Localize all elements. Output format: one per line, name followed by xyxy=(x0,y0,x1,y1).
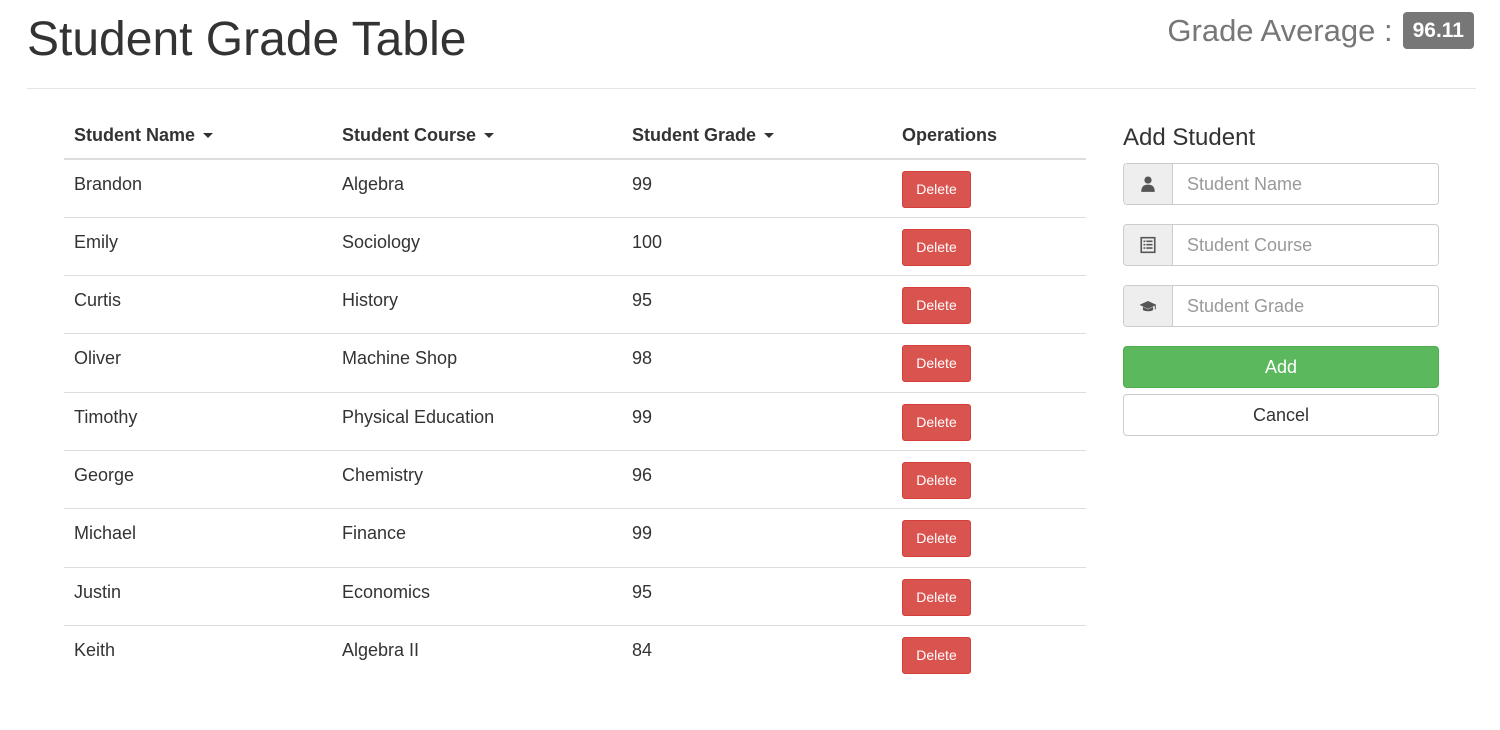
column-header-label: Student Course xyxy=(342,124,477,145)
cell-student-course: Sociology xyxy=(332,217,622,277)
column-header-operations: Operations xyxy=(892,112,1086,160)
table-header-row: Student Name Student Course Student Grad… xyxy=(64,112,1086,160)
cell-student-name: Oliver xyxy=(64,333,332,393)
cell-student-grade: 84 xyxy=(632,639,653,660)
cell-student-grade: 98 xyxy=(622,333,892,393)
student-grade-table: Student Name Student Course Student Grad… xyxy=(64,112,1086,684)
cell-student-name: Brandon xyxy=(64,159,332,218)
cell-student-name: Emily xyxy=(64,217,332,277)
table-row: Oliver Machine Shop 98 Delete xyxy=(64,333,1086,393)
cell-student-name: Justin xyxy=(64,567,332,626)
column-header-label: Student Name xyxy=(74,124,196,145)
cell-student-grade: 99 xyxy=(622,508,892,568)
cell-student-name: George xyxy=(64,450,332,510)
grade-average-label: Grade Average : xyxy=(1167,12,1393,48)
delete-button[interactable]: Delete xyxy=(902,520,971,558)
delete-button[interactable]: Delete xyxy=(902,228,971,266)
cell-operations: Delete xyxy=(892,159,1086,218)
cell-operations: Delete xyxy=(892,333,1086,393)
grade-average-badge: 96.11 xyxy=(1402,12,1474,49)
table-row: George Chemistry 96 Delete xyxy=(64,450,1086,510)
cell-student-course: Algebra xyxy=(332,159,622,218)
column-header-label: Operations xyxy=(902,124,998,145)
cell-student-grade: 95 xyxy=(622,275,892,335)
table-row: Curtis History 95 Delete xyxy=(64,275,1086,335)
delete-button[interactable]: Delete xyxy=(902,578,971,616)
cell-student-course: Algebra II xyxy=(342,639,420,660)
column-header-student-course[interactable]: Student Course xyxy=(332,112,622,160)
cell-student-course: Machine Shop xyxy=(332,333,622,393)
cell-student-course: Economics xyxy=(332,567,622,626)
student-name-input[interactable] xyxy=(1173,164,1438,204)
cell-student-grade: 95 xyxy=(622,567,892,626)
table-row: Brandon Algebra 99 Delete xyxy=(64,159,1086,218)
cell-student-grade: 100 xyxy=(622,217,892,277)
table-row: Justin Economics 95 Delete xyxy=(64,567,1086,626)
delete-button[interactable]: Delete xyxy=(902,345,971,383)
cell-operations: Delete xyxy=(892,392,1086,451)
cell-student-course: History xyxy=(332,275,622,335)
cell-operations: Delete xyxy=(892,217,1086,277)
student-course-input[interactable] xyxy=(1173,225,1438,265)
sort-caret-icon[interactable] xyxy=(764,133,775,139)
column-header-label: Student Grade xyxy=(632,124,757,145)
delete-button[interactable]: Delete xyxy=(902,403,971,441)
delete-button[interactable]: Delete xyxy=(902,636,971,674)
add-student-panel: Add Student Add Cancel xyxy=(1123,124,1439,436)
cell-operations: Delete xyxy=(892,625,1086,683)
cell-operations: Delete xyxy=(892,450,1086,510)
student-name-group xyxy=(1123,163,1439,205)
cell-student-course: Finance xyxy=(332,508,622,568)
table-row: Keith Algebra II 84 Delete xyxy=(64,625,1086,683)
list-alt-icon xyxy=(1124,225,1173,265)
cell-student-course: Chemistry xyxy=(332,450,622,510)
student-grade-input[interactable] xyxy=(1173,286,1438,326)
delete-button[interactable]: Delete xyxy=(902,171,971,208)
cell-student-name: Timothy xyxy=(64,392,332,451)
cell-student-grade: 96 xyxy=(622,450,892,510)
add-student-title: Add Student xyxy=(1123,124,1256,151)
student-grade-group xyxy=(1123,285,1439,327)
cell-operations: Delete xyxy=(892,275,1086,335)
student-course-group xyxy=(1123,224,1439,266)
page-title: Student Grade Table xyxy=(27,13,467,66)
cell-student-name: Keith xyxy=(74,639,116,660)
column-header-student-name[interactable]: Student Name xyxy=(64,112,332,160)
table-row: Michael Finance 99 Delete xyxy=(64,508,1086,568)
cell-operations: Delete xyxy=(892,508,1086,568)
cell-student-grade: 99 xyxy=(622,392,892,451)
sort-caret-icon[interactable] xyxy=(484,133,495,139)
table-row: Emily Sociology 100 Delete xyxy=(64,217,1086,277)
grade-average: Grade Average : 96.11 xyxy=(1167,12,1474,49)
cancel-button[interactable]: Cancel xyxy=(1123,394,1439,436)
delete-button[interactable]: Delete xyxy=(902,287,971,325)
delete-button[interactable]: Delete xyxy=(902,461,971,499)
sort-caret-icon[interactable] xyxy=(203,133,214,139)
add-button[interactable]: Add xyxy=(1123,346,1439,388)
cell-operations: Delete xyxy=(892,567,1086,626)
cell-student-course: Physical Education xyxy=(332,392,622,451)
cell-student-name: Curtis xyxy=(64,275,332,335)
page-header: Student Grade Table Grade Average : 96.1… xyxy=(27,0,1476,89)
table-row: Timothy Physical Education 99 Delete xyxy=(64,392,1086,451)
education-cap-icon xyxy=(1124,286,1173,326)
user-icon xyxy=(1124,164,1173,204)
column-header-student-grade[interactable]: Student Grade xyxy=(622,112,892,160)
cell-student-grade: 99 xyxy=(622,159,892,218)
cell-student-name: Michael xyxy=(64,508,332,568)
